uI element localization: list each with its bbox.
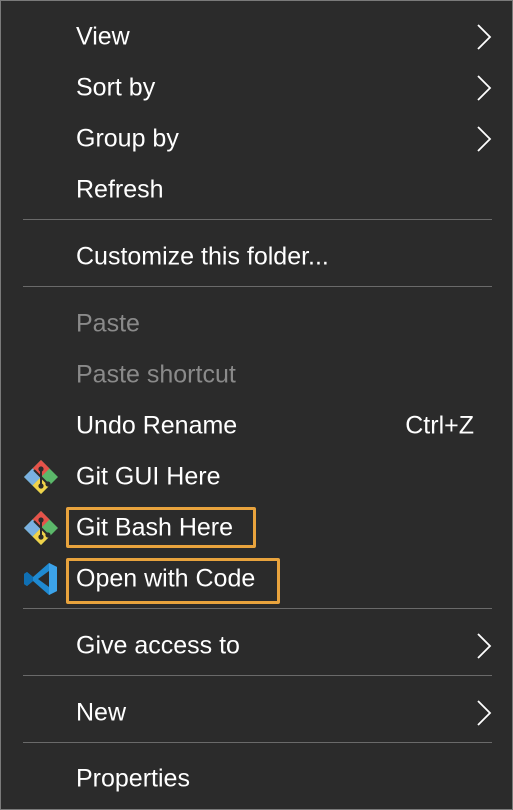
- menu-separator: [23, 608, 492, 609]
- chevron-right-icon: [477, 632, 492, 659]
- menu-item-label: Paste shortcut: [76, 360, 236, 388]
- menu-separator: [23, 742, 492, 743]
- menu-item-label: Undo Rename: [76, 411, 238, 439]
- menu-item-undo-rename[interactable]: Undo Rename Ctrl+Z: [1, 400, 512, 451]
- menu-item-label: Properties: [76, 764, 190, 792]
- vscode-icon: [24, 562, 57, 595]
- menu-item-customize-folder[interactable]: Customize this folder...: [1, 231, 512, 282]
- highlight-box-open-with-code: [66, 558, 280, 604]
- menu-separator: [23, 675, 492, 676]
- menu-item-label: Customize this folder...: [76, 242, 329, 270]
- menu-item-new[interactable]: New: [1, 687, 512, 738]
- git-icon: [24, 510, 58, 545]
- chevron-right-icon: [477, 699, 492, 726]
- menu-separator: [23, 286, 492, 287]
- menu-item-paste: Paste: [1, 298, 512, 349]
- menu-item-properties[interactable]: Properties: [1, 753, 512, 804]
- menu-item-label: View: [76, 22, 130, 50]
- menu-item-view[interactable]: View: [1, 11, 512, 62]
- menu-item-group-by[interactable]: Group by: [1, 113, 512, 164]
- menu-item-refresh[interactable]: Refresh: [1, 164, 512, 215]
- menu-item-shortcut: Ctrl+Z: [405, 411, 474, 439]
- menu-item-label: Give access to: [76, 631, 240, 659]
- menu-item-give-access-to[interactable]: Give access to: [1, 620, 512, 671]
- context-menu: View Sort by Group by Refresh Customize …: [0, 0, 513, 810]
- menu-item-git-gui-here[interactable]: Git GUI Here: [1, 451, 512, 502]
- menu-item-label: Git GUI Here: [76, 462, 221, 490]
- menu-item-label: Group by: [76, 124, 179, 152]
- menu-item-label: Paste: [76, 309, 140, 337]
- chevron-right-icon: [477, 23, 492, 50]
- menu-item-label: Sort by: [76, 73, 156, 101]
- menu-item-sort-by[interactable]: Sort by: [1, 62, 512, 113]
- menu-separator: [23, 219, 492, 220]
- chevron-right-icon: [477, 74, 492, 101]
- highlight-box-git-bash: [66, 507, 256, 548]
- menu-item-paste-shortcut: Paste shortcut: [1, 349, 512, 400]
- menu-item-label: New: [76, 698, 127, 726]
- git-icon: [24, 459, 58, 494]
- menu-item-label: Refresh: [76, 175, 164, 203]
- chevron-right-icon: [477, 125, 492, 152]
